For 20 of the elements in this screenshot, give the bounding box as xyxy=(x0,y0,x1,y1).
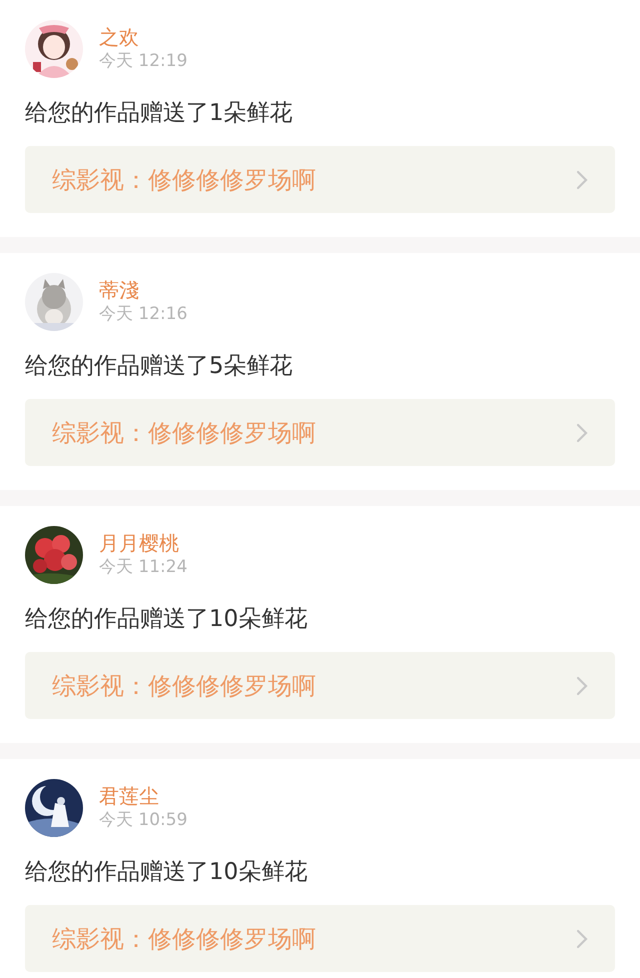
chevron-right-icon xyxy=(575,674,589,696)
user-name[interactable]: 蒂淺 xyxy=(99,277,188,303)
gift-message: 给您的作品赠送了10朵鲜花 xyxy=(25,858,308,887)
chevron-right-icon xyxy=(575,168,589,190)
gift-message: 给您的作品赠送了1朵鲜花 xyxy=(25,99,293,128)
work-link[interactable]: 综影视：修修修修罗场啊 xyxy=(25,146,615,213)
user-name[interactable]: 之欢 xyxy=(99,24,188,50)
chevron-right-icon xyxy=(575,928,589,950)
timestamp: 今天 10:59 xyxy=(99,809,188,831)
user-name[interactable]: 月月樱桃 xyxy=(99,530,188,556)
chevron-right-icon xyxy=(575,422,589,444)
gift-message: 给您的作品赠送了10朵鲜花 xyxy=(25,605,308,634)
work-link[interactable]: 综影视：修修修修罗场啊 xyxy=(25,399,615,466)
work-link[interactable]: 综影视：修修修修罗场啊 xyxy=(25,905,615,972)
timestamp: 今天 11:24 xyxy=(99,556,188,578)
work-link[interactable]: 综影视：修修修修罗场啊 xyxy=(25,652,615,719)
timestamp: 今天 12:19 xyxy=(99,50,188,72)
gift-message: 给您的作品赠送了5朵鲜花 xyxy=(25,352,293,381)
user-name[interactable]: 君莲尘 xyxy=(99,783,188,809)
timestamp: 今天 12:16 xyxy=(99,303,188,325)
